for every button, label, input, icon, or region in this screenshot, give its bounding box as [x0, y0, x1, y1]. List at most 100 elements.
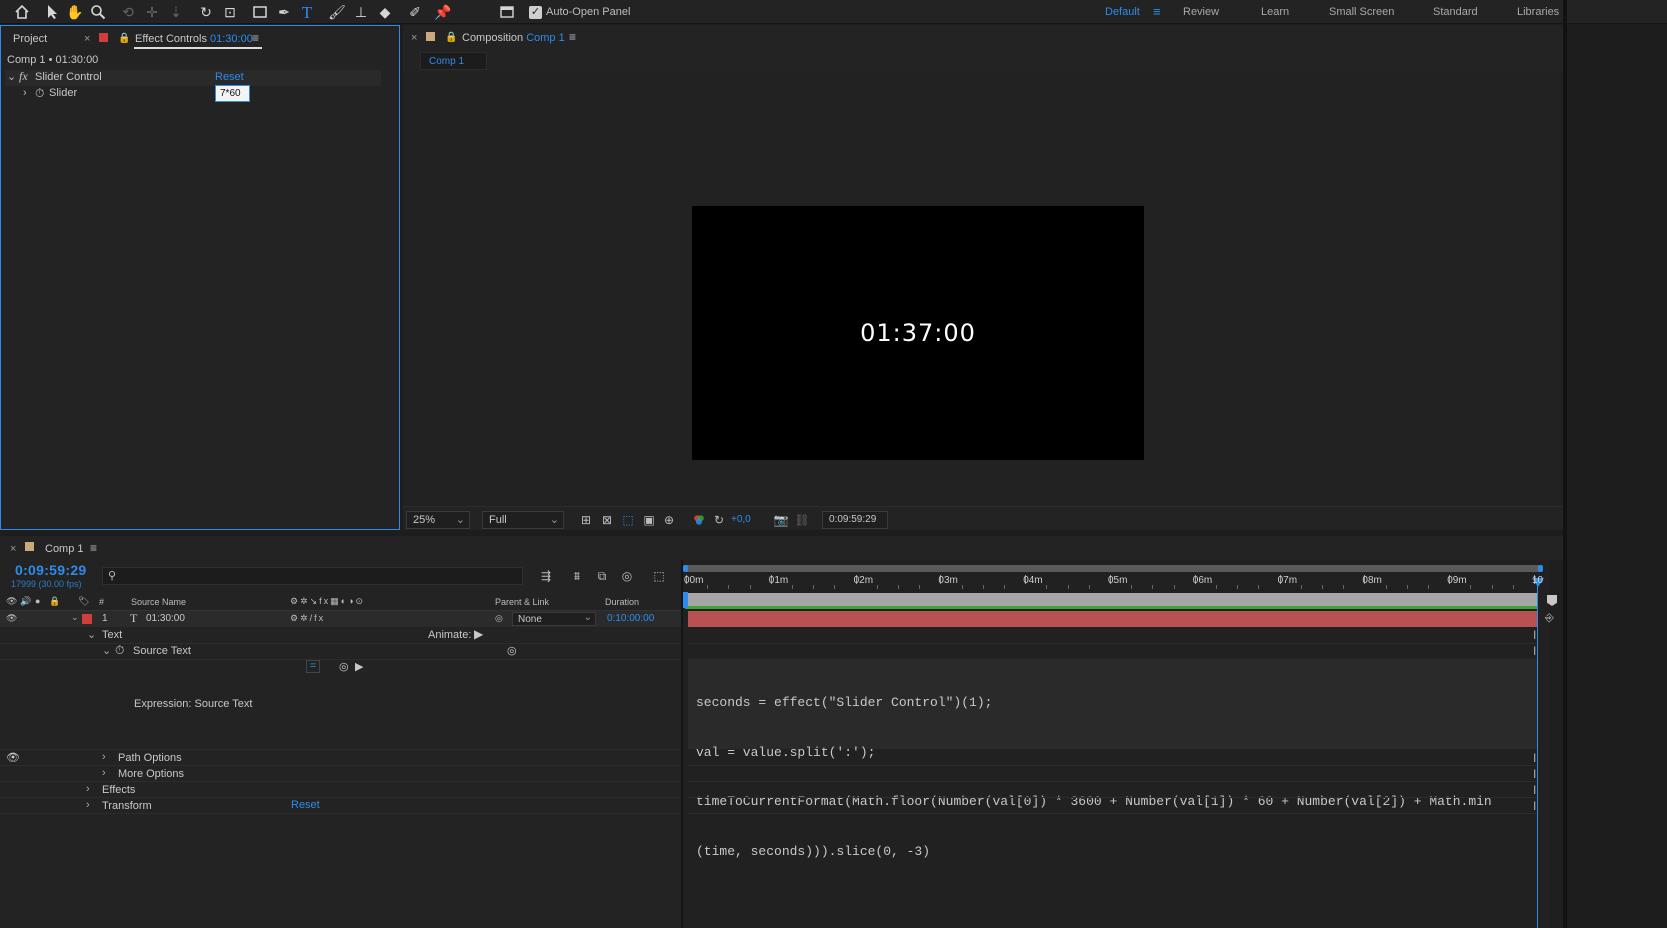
- comp-subtab[interactable]: Comp 1: [420, 52, 487, 70]
- selection-tool-icon[interactable]: [42, 2, 62, 22]
- label-header-icon[interactable]: 🏷: [78, 596, 89, 607]
- ibeam-marker-icon[interactable]: I: [1533, 783, 1536, 797]
- clone-stamp-tool-icon[interactable]: ⊥: [351, 2, 371, 22]
- navigator-start-handle[interactable]: [683, 565, 688, 572]
- shy-layers-icon[interactable]: ⧉: [594, 568, 610, 584]
- source-text-stopwatch-icon[interactable]: ⏱: [115, 643, 124, 659]
- rectangle-tool-icon[interactable]: [250, 2, 270, 22]
- work-area-start-handle[interactable]: [683, 592, 688, 608]
- pen-tool-icon[interactable]: ✒: [274, 2, 294, 22]
- fast-previews-icon[interactable]: ⊞: [578, 512, 594, 528]
- reset-exposure-icon[interactable]: ↻: [711, 512, 727, 528]
- fx-icon[interactable]: fx: [19, 69, 28, 85]
- panel-menu-icon[interactable]: ≡: [252, 31, 259, 45]
- solo-header-icon[interactable]: ●: [35, 596, 40, 606]
- puppet-pin-tool-icon[interactable]: 📌: [433, 2, 453, 22]
- comp-mini-flowchart-icon[interactable]: ⇶: [538, 568, 554, 584]
- pan-behind-tool-icon[interactable]: ⊡: [220, 2, 240, 22]
- brush-tool-icon[interactable]: 🖌: [327, 2, 347, 22]
- region-of-interest-icon[interactable]: ▣: [641, 512, 657, 528]
- source-name-header[interactable]: Source Name: [131, 597, 186, 607]
- tab-timeline-comp[interactable]: Comp 1: [45, 543, 84, 555]
- ibeam-marker-icon[interactable]: I: [1533, 751, 1536, 765]
- av-eye-header-icon[interactable]: 👁: [6, 596, 17, 607]
- timeline-flowchart-icon[interactable]: ⎆: [1545, 612, 1554, 625]
- exposure-value[interactable]: +0,0: [731, 514, 751, 525]
- lock-header-icon[interactable]: 🔒: [49, 596, 60, 607]
- workspace-learn[interactable]: Learn: [1261, 6, 1289, 18]
- navigator-end-handle[interactable]: [1538, 565, 1543, 572]
- layer-duration-bar[interactable]: [688, 611, 1538, 627]
- expression-editor-field[interactable]: seconds = effect("Slider Control")(1); v…: [688, 660, 1538, 859]
- work-area-bar[interactable]: [685, 593, 1538, 607]
- workspace-standard[interactable]: Standard: [1433, 6, 1478, 18]
- ibeam-marker-icon[interactable]: I: [1533, 767, 1536, 781]
- expression-enable-icon[interactable]: =: [306, 660, 320, 673]
- expression-graph-icon[interactable]: ◎: [339, 660, 349, 676]
- auto-open-checkbox[interactable]: ✓: [529, 6, 542, 19]
- ibeam-marker-icon[interactable]: I: [1533, 644, 1536, 658]
- layer-label-color[interactable]: [82, 614, 92, 624]
- chevron-down-icon[interactable]: ⌄: [87, 628, 96, 644]
- type-tool-icon[interactable]: T: [297, 2, 317, 22]
- workspace-review[interactable]: Review: [1183, 6, 1219, 18]
- visibility-eye-icon[interactable]: 👁: [6, 613, 17, 624]
- zoom-tool-icon[interactable]: [88, 2, 108, 22]
- timeline-current-time[interactable]: 0:09:59:29: [15, 562, 87, 578]
- zoom-dropdown[interactable]: 25% ⌄: [406, 511, 470, 529]
- panel-toggle-icon[interactable]: [497, 2, 517, 22]
- expression-language-menu-icon[interactable]: ▶: [355, 660, 363, 676]
- frame-blending-icon[interactable]: ◎: [619, 568, 635, 584]
- ibeam-marker-icon[interactable]: I: [1533, 628, 1536, 642]
- parent-link-header[interactable]: Parent & Link: [495, 597, 549, 607]
- comp-timecode[interactable]: 0:09:59:29: [822, 511, 888, 529]
- workspace-libraries[interactable]: Libraries: [1517, 6, 1559, 18]
- chevron-down-icon[interactable]: ⌄: [102, 644, 111, 660]
- draft-3d-icon[interactable]: ⩩: [569, 568, 585, 584]
- ibeam-marker-icon[interactable]: I: [1533, 799, 1536, 813]
- graph-editor-icon[interactable]: ⬚: [651, 568, 667, 584]
- transparency-grid-icon[interactable]: ⊠: [599, 512, 615, 528]
- comp-canvas[interactable]: 01:37:00: [692, 206, 1144, 460]
- animate-menu-icon[interactable]: ▶: [474, 627, 483, 643]
- time-navigator-bar[interactable]: [685, 565, 1541, 572]
- grid-guides-icon[interactable]: ⊕: [661, 512, 677, 528]
- comp-panel-menu-icon[interactable]: ≡: [569, 30, 576, 44]
- layer-search-input[interactable]: ⚲: [102, 567, 523, 585]
- layer-number-header[interactable]: #: [99, 597, 104, 607]
- hand-tool-icon[interactable]: ✋: [65, 2, 85, 22]
- rotation-tool-icon[interactable]: ↻: [196, 2, 216, 22]
- workspace-small-screen[interactable]: Small Screen: [1329, 6, 1394, 18]
- chevron-down-icon[interactable]: ⌄: [7, 70, 16, 86]
- layer-name[interactable]: 01:30:00: [146, 613, 185, 624]
- lock-icon[interactable]: 🔒: [118, 33, 130, 44]
- tab-composition[interactable]: Composition Comp 1: [462, 32, 565, 44]
- close-comp-tab-icon[interactable]: ×: [411, 32, 417, 44]
- slider-value-input[interactable]: 7*60: [215, 85, 250, 102]
- mask-visibility-icon[interactable]: ⬚: [620, 512, 636, 528]
- layer-duration[interactable]: 0:10:00:00: [607, 613, 654, 624]
- audio-header-icon[interactable]: 🔊: [20, 596, 31, 607]
- tab-project[interactable]: Project: [13, 33, 47, 45]
- layer-row[interactable]: 👁 ⌄ 1 T 01:30:00 ⚙✲/fx ◎ None ⌄ 0:10:00:…: [0, 611, 682, 627]
- snapshot-camera-icon[interactable]: 📷: [773, 512, 789, 528]
- timeline-panel-menu-icon[interactable]: ≡: [90, 541, 97, 555]
- close-timeline-tab-icon[interactable]: ×: [10, 543, 16, 555]
- roto-brush-tool-icon[interactable]: ✐: [405, 2, 425, 22]
- home-icon[interactable]: [12, 2, 32, 22]
- resolution-dropdown[interactable]: Full ⌄: [482, 511, 564, 529]
- pan-camera-icon[interactable]: ✛: [142, 2, 162, 22]
- canvas-text-layer[interactable]: 01:37:00: [860, 319, 976, 347]
- pickwhip-icon[interactable]: ◎: [495, 613, 503, 624]
- eraser-tool-icon[interactable]: ◆: [375, 2, 395, 22]
- color-channels-icon[interactable]: [691, 512, 707, 528]
- duration-header[interactable]: Duration: [605, 597, 639, 607]
- source-text-pickwhip-icon[interactable]: ◎: [507, 644, 517, 660]
- layer-expand-chevron-icon[interactable]: ⌄: [71, 612, 79, 623]
- workspace-default[interactable]: Default: [1105, 6, 1140, 18]
- parent-dropdown[interactable]: None ⌄: [512, 612, 596, 626]
- dolly-camera-icon[interactable]: ⇣: [166, 2, 186, 22]
- switches-header-icons[interactable]: ⚙✲↘fx▦◐◑⊙: [290, 596, 365, 607]
- stopwatch-icon[interactable]: ⏱: [35, 86, 44, 102]
- close-tab-icon[interactable]: ×: [84, 33, 90, 45]
